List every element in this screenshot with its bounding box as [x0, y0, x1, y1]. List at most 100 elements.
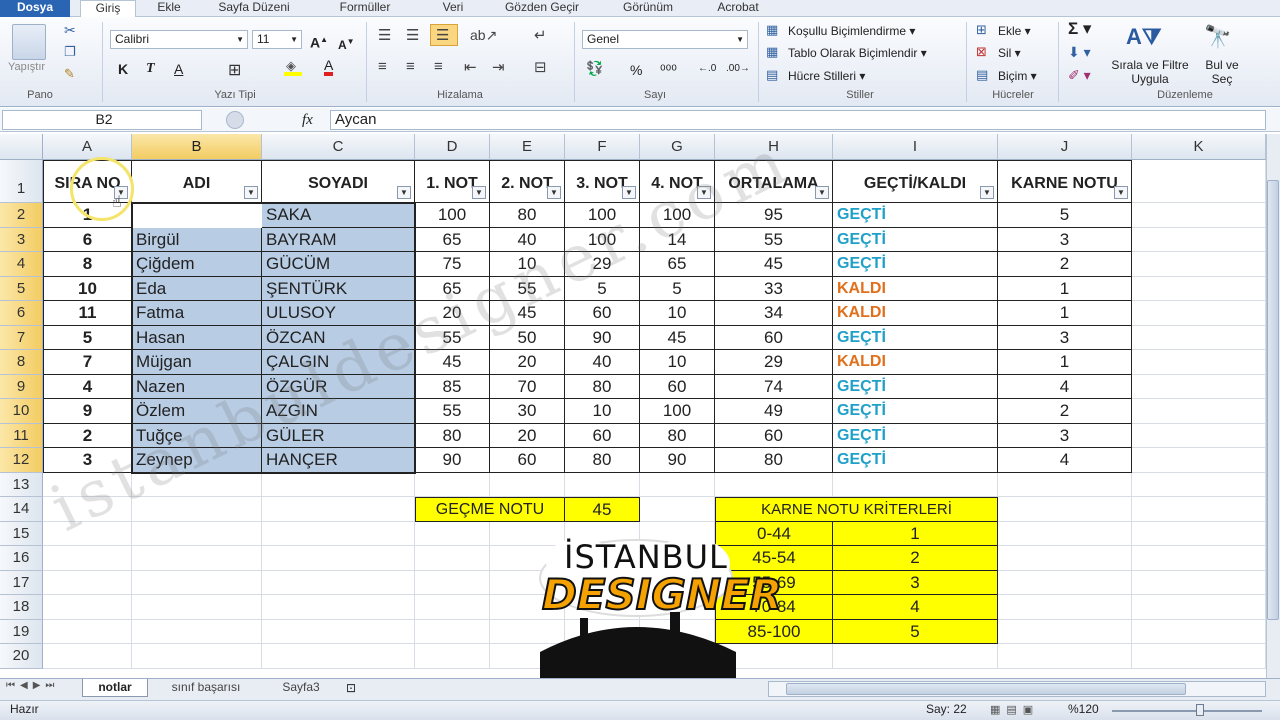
grid-cell[interactable]	[998, 472, 1132, 497]
table-cell[interactable]: 65	[415, 227, 490, 252]
grid-cell[interactable]	[565, 546, 640, 571]
criteria-title[interactable]: KARNE NOTU KRİTERLERİ	[715, 497, 998, 522]
table-cell[interactable]: 100	[415, 203, 490, 228]
table-cell[interactable]: Çiğdem	[132, 252, 262, 277]
criteria-grade[interactable]: 1	[833, 521, 998, 546]
grid-cell[interactable]	[640, 497, 715, 522]
increase-decimal-icon[interactable]: ←.0	[698, 60, 716, 78]
table-cell[interactable]: 85	[415, 374, 490, 399]
grid-cell[interactable]	[998, 546, 1132, 571]
column-header[interactable]: E	[490, 134, 565, 160]
table-cell[interactable]: GEÇTİ	[833, 423, 998, 448]
sheet-nav-arrows[interactable]: ⏮◀▶⏭	[6, 680, 59, 691]
table-cell[interactable]: ÖZGÜR	[262, 374, 415, 399]
filter-dropdown-icon[interactable]: ▼	[815, 186, 829, 199]
grid-cell[interactable]	[490, 546, 565, 571]
insert-cells-button[interactable]: Ekle ▾	[998, 22, 1031, 40]
column-header[interactable]: D	[415, 134, 490, 160]
grid-cell[interactable]	[415, 619, 490, 644]
table-header-cell[interactable]: 4. NOT ▼	[640, 160, 715, 203]
table-cell[interactable]: 3	[998, 325, 1132, 350]
grid-cell[interactable]	[998, 644, 1132, 669]
table-cell[interactable]: 29	[565, 252, 640, 277]
table-cell[interactable]: 80	[415, 423, 490, 448]
table-cell[interactable]: 75	[415, 252, 490, 277]
row-header[interactable]: 14	[0, 497, 43, 522]
grid-cell[interactable]	[1132, 423, 1266, 448]
grid-cell[interactable]	[565, 644, 640, 669]
table-cell[interactable]: 45	[715, 252, 833, 277]
grid-cell[interactable]	[43, 546, 132, 571]
grid-cell[interactable]	[565, 521, 640, 546]
table-cell[interactable]: 2	[43, 423, 132, 448]
grid-cell[interactable]	[132, 570, 262, 595]
insert-sheet-icon[interactable]: ⊡	[346, 681, 356, 695]
table-cell[interactable]: GEÇTİ	[833, 448, 998, 473]
grid-cell[interactable]	[1132, 374, 1266, 399]
grid-cell[interactable]	[1132, 325, 1266, 350]
filter-dropdown-icon[interactable]: ▼	[397, 186, 411, 199]
grid-cell[interactable]	[1132, 472, 1266, 497]
grid-cell[interactable]	[415, 570, 490, 595]
table-cell[interactable]: 4	[998, 448, 1132, 473]
table-cell[interactable]: GÜLER	[262, 423, 415, 448]
table-cell[interactable]: 74	[715, 374, 833, 399]
table-cell[interactable]: 4	[998, 374, 1132, 399]
table-cell[interactable]: Özlem	[132, 399, 262, 424]
underline-button[interactable]: A	[174, 60, 183, 78]
table-cell[interactable]: 95	[715, 203, 833, 228]
grid-cell[interactable]	[833, 644, 998, 669]
table-cell[interactable]: HANÇER	[262, 448, 415, 473]
row-header[interactable]: 13	[0, 472, 43, 497]
table-cell[interactable]: 10	[640, 301, 715, 326]
table-cell[interactable]: KALDI	[833, 301, 998, 326]
passing-grade-value[interactable]: 45	[565, 497, 640, 522]
table-cell[interactable]: GEÇTİ	[833, 227, 998, 252]
delete-cells-button[interactable]: Sil ▾	[998, 44, 1021, 62]
ribbon-tab-0[interactable]: Dosya	[0, 0, 70, 17]
clear-icon[interactable]: ✐ ▾	[1068, 67, 1091, 84]
table-cell[interactable]: Birgül	[132, 227, 262, 252]
table-cell[interactable]: Tuğçe	[132, 423, 262, 448]
format-cells-button[interactable]: Biçim ▾	[998, 67, 1037, 85]
table-cell[interactable]: 60	[565, 423, 640, 448]
table-cell[interactable]: 40	[490, 227, 565, 252]
grow-font-icon[interactable]: A▲	[310, 31, 328, 52]
vertical-scroll-thumb[interactable]	[1267, 180, 1279, 620]
table-cell[interactable]: 20	[490, 423, 565, 448]
shrink-font-icon[interactable]: A▼	[338, 33, 355, 54]
grid-cell[interactable]	[640, 644, 715, 669]
table-cell[interactable]: SAKA	[262, 203, 415, 228]
row-header[interactable]: 12	[0, 448, 43, 473]
grid-cell[interactable]	[640, 570, 715, 595]
zoom-slider-thumb[interactable]	[1196, 704, 1204, 716]
grid-cell[interactable]	[490, 595, 565, 620]
row-header[interactable]: 6	[0, 301, 43, 326]
align-middle-icon[interactable]: ☰	[406, 26, 419, 44]
table-cell[interactable]: 1	[998, 276, 1132, 301]
table-cell[interactable]: GEÇTİ	[833, 252, 998, 277]
grid-cell[interactable]	[1132, 227, 1266, 252]
view-mode-icons[interactable]: ▦▤▣	[990, 703, 1039, 716]
table-cell[interactable]: 3	[998, 423, 1132, 448]
find-select-button[interactable]: Bul ve Seç	[1200, 58, 1244, 86]
grid-cell[interactable]	[262, 497, 415, 522]
grid-cell[interactable]	[43, 521, 132, 546]
criteria-grade[interactable]: 5	[833, 619, 998, 644]
grid-cell[interactable]	[132, 619, 262, 644]
table-header-cell[interactable]: ORTALAMA ▼	[715, 160, 833, 203]
format-as-table-button[interactable]: Tablo Olarak Biçimlendir ▾	[788, 44, 927, 62]
criteria-range[interactable]: 85-100	[715, 619, 833, 644]
table-cell[interactable]: GÜCÜM	[262, 252, 415, 277]
table-cell[interactable]: Müjgan	[132, 350, 262, 375]
table-cell[interactable]: 5	[43, 325, 132, 350]
table-cell[interactable]: 55	[415, 399, 490, 424]
row-header[interactable]: 5	[0, 276, 43, 301]
grid-cell[interactable]	[1132, 252, 1266, 277]
cut-icon[interactable]: ✂	[64, 22, 76, 39]
grid-cell[interactable]	[640, 521, 715, 546]
table-cell[interactable]: 60	[565, 301, 640, 326]
row-header[interactable]: 2	[0, 203, 43, 228]
grid-cell[interactable]	[415, 644, 490, 669]
table-cell[interactable]: Fatma	[132, 301, 262, 326]
